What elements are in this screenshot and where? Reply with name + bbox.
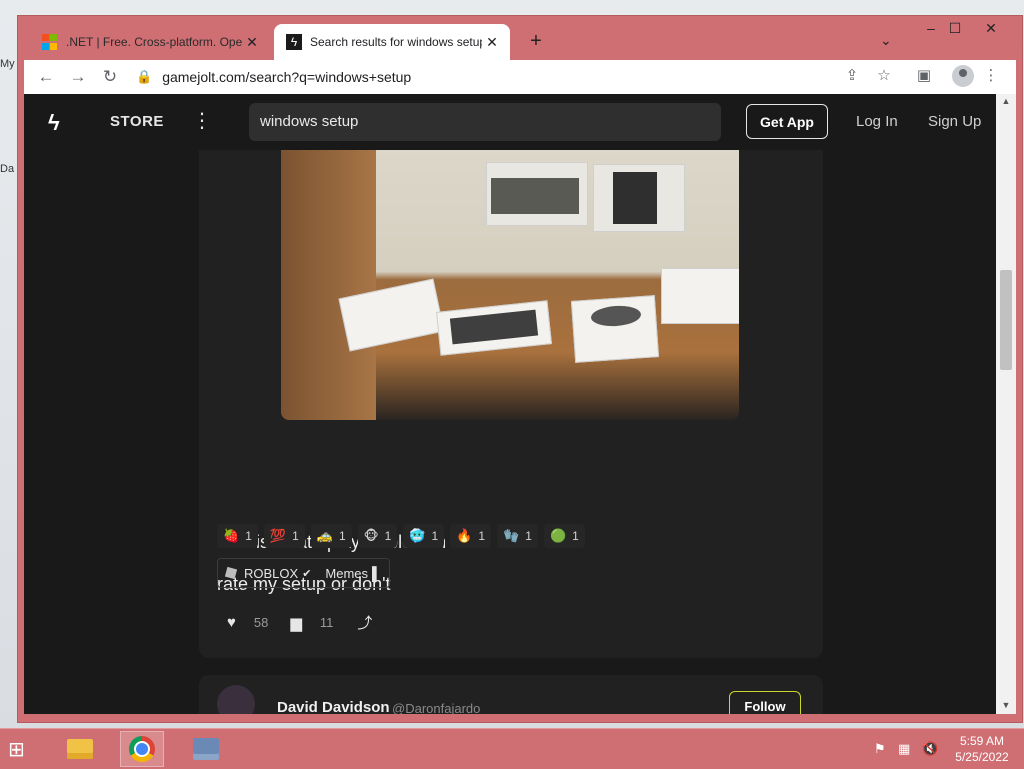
back-button[interactable]: ← bbox=[30, 67, 62, 87]
system-clock[interactable]: 5:59 AM 5/25/2022 bbox=[952, 733, 1012, 765]
folder-icon bbox=[67, 739, 93, 759]
tab-search-button[interactable]: ⌄ bbox=[880, 32, 892, 49]
microsoft-logo-icon bbox=[42, 34, 58, 50]
reaction-chip[interactable]: 🍓 1 bbox=[217, 524, 258, 548]
tab-title: .NET | Free. Cross-platform. Open bbox=[66, 35, 242, 49]
reactions-row: 🍓 1 💯 1 🚕 1 🐵 1 🥶 1 🔥 1 🧤 1 🟢 1 bbox=[217, 524, 585, 548]
scroll-down-icon[interactable]: ▼ bbox=[1000, 700, 1012, 710]
gamejolt-logo-icon[interactable]: ϟ bbox=[48, 110, 60, 136]
side-panel-icon[interactable]: ▣ bbox=[912, 66, 936, 84]
reaction-count: 1 bbox=[384, 529, 392, 543]
new-tab-button[interactable]: + bbox=[524, 30, 548, 53]
signup-link[interactable]: Sign Up bbox=[928, 113, 981, 130]
reaction-chip[interactable]: 🐵 1 bbox=[357, 524, 398, 548]
chrome-icon bbox=[129, 736, 155, 762]
share-post-icon[interactable]: ⤴ bbox=[357, 612, 372, 633]
reaction-emoji-icon: 🥶 bbox=[409, 528, 426, 543]
author-avatar[interactable] bbox=[217, 685, 255, 714]
tag-roblox[interactable]: ROBLOX bbox=[244, 566, 298, 581]
reaction-emoji-icon: 🚕 bbox=[316, 528, 333, 543]
next-post-card: David Davidson @Daronfajardo Follow bbox=[199, 675, 823, 714]
reaction-emoji-icon: 💯 bbox=[269, 528, 287, 543]
reaction-chip[interactable]: 🔥 1 bbox=[450, 524, 492, 548]
page-viewport: ϟ STORE ⋮ windows setup Get App Log In S… bbox=[24, 94, 996, 714]
roblox-community-icon bbox=[224, 566, 238, 580]
desktop-label: My bbox=[0, 58, 15, 70]
browser-toolbar: ← → ↻ 🔒 gamejolt.com/search?q=windows+se… bbox=[24, 60, 1016, 94]
follow-button[interactable]: Follow bbox=[729, 691, 801, 714]
address-bar[interactable]: 🔒 gamejolt.com/search?q=windows+setup bbox=[136, 63, 826, 91]
verified-icon: ✔ bbox=[302, 567, 312, 580]
reaction-chip[interactable]: 🧤 1 bbox=[497, 524, 538, 548]
tab-strip: .NET | Free. Cross-platform. Open ✕ ϟ Se… bbox=[18, 16, 1022, 62]
network-computer-icon bbox=[193, 738, 219, 760]
community-tags: ROBLOX ✔ Memes ▌ bbox=[217, 558, 391, 588]
reaction-chip[interactable]: 🚕 1 bbox=[310, 524, 352, 548]
tag-memes-marker: ▌ bbox=[372, 565, 382, 581]
comment-icon[interactable]: ▆ bbox=[290, 614, 302, 632]
like-icon[interactable]: ♥ bbox=[227, 614, 236, 631]
share-icon[interactable]: ⇪ bbox=[840, 66, 864, 84]
start-button[interactable]: ⊞ bbox=[8, 737, 25, 762]
reaction-count: 1 bbox=[245, 529, 252, 543]
tab-search-results[interactable]: ϟ Search results for windows setup ✕ bbox=[274, 24, 510, 60]
more-menu-icon[interactable]: ⋮ bbox=[192, 108, 212, 133]
post-image[interactable] bbox=[281, 150, 739, 420]
tag-memes[interactable]: Memes bbox=[325, 566, 368, 581]
network-tray-icon[interactable]: ▦ bbox=[898, 741, 910, 757]
taskbar: ⊞ ⚑ ▦ 🔇 5:59 AM 5/25/2022 bbox=[0, 728, 1024, 769]
desktop-label: Da bbox=[0, 163, 15, 175]
clock-time: 5:59 AM bbox=[959, 734, 1005, 748]
chrome-taskbar-button[interactable] bbox=[120, 731, 164, 767]
like-count: 58 bbox=[253, 615, 269, 630]
reaction-emoji-icon: 🟢 bbox=[549, 528, 567, 543]
author-name[interactable]: David Davidson bbox=[277, 699, 390, 714]
post-card: This is what I play Roblox on rate my se… bbox=[199, 150, 823, 658]
network-app-button[interactable] bbox=[184, 731, 228, 767]
reaction-chip[interactable]: 💯 1 bbox=[263, 524, 305, 548]
close-tab-icon[interactable]: ✕ bbox=[482, 34, 502, 51]
scroll-up-icon[interactable]: ▲ bbox=[1000, 96, 1012, 106]
gamejolt-favicon-icon: ϟ bbox=[286, 34, 302, 50]
lock-icon: 🔒 bbox=[136, 69, 153, 84]
reload-button[interactable]: ↻ bbox=[94, 67, 126, 87]
action-center-flag-icon[interactable]: ⚑ bbox=[874, 741, 886, 757]
gamejolt-header: ϟ STORE ⋮ windows setup Get App Log In S… bbox=[24, 94, 996, 150]
get-app-button[interactable]: Get App bbox=[746, 104, 828, 139]
bookmark-star-icon[interactable]: ☆ bbox=[872, 66, 896, 84]
forward-button[interactable]: → bbox=[62, 67, 94, 87]
reaction-chip[interactable]: 🥶 1 bbox=[403, 524, 445, 548]
close-tab-icon[interactable]: ✕ bbox=[242, 34, 262, 51]
browser-menu-icon[interactable]: ⋮ bbox=[979, 66, 1003, 84]
page-scrollbar[interactable]: ▲ ▼ bbox=[996, 94, 1016, 714]
reaction-count: 1 bbox=[525, 529, 532, 543]
search-input[interactable]: windows setup bbox=[249, 103, 721, 141]
reaction-count: 1 bbox=[431, 529, 439, 543]
reaction-count: 1 bbox=[572, 529, 579, 543]
reaction-count: 1 bbox=[338, 529, 346, 543]
reaction-emoji-icon: 🍓 bbox=[223, 528, 240, 543]
scroll-thumb[interactable] bbox=[1000, 270, 1012, 370]
tab-title: Search results for windows setup bbox=[310, 35, 482, 49]
reaction-emoji-icon: 🐵 bbox=[363, 528, 379, 543]
reaction-chip[interactable]: 🟢 1 bbox=[543, 524, 585, 548]
tab-dotnet[interactable]: .NET | Free. Cross-platform. Open ✕ bbox=[30, 24, 270, 60]
post-actions: ♥ 58 ▆ 11 ⤴ bbox=[227, 612, 372, 633]
reaction-count: 1 bbox=[292, 529, 299, 543]
reaction-count: 1 bbox=[478, 529, 486, 543]
author-handle[interactable]: @Daronfajardo bbox=[392, 701, 480, 714]
volume-muted-icon[interactable]: 🔇 bbox=[922, 741, 938, 757]
store-link[interactable]: STORE bbox=[110, 113, 164, 130]
browser-window: .NET | Free. Cross-platform. Open ✕ ϟ Se… bbox=[18, 16, 1022, 722]
comment-count: 11 bbox=[319, 615, 334, 630]
url-text: gamejolt.com/search?q=windows+setup bbox=[162, 69, 412, 85]
file-explorer-button[interactable] bbox=[58, 731, 102, 767]
reaction-emoji-icon: 🔥 bbox=[456, 528, 473, 543]
clock-date: 5/25/2022 bbox=[955, 750, 1009, 764]
maximize-button[interactable]: ☐ bbox=[940, 20, 970, 37]
profile-avatar-icon[interactable] bbox=[952, 65, 974, 87]
close-window-button[interactable]: ✕ bbox=[976, 20, 1006, 37]
login-link[interactable]: Log In bbox=[856, 113, 898, 130]
reaction-emoji-icon: 🧤 bbox=[503, 528, 520, 543]
